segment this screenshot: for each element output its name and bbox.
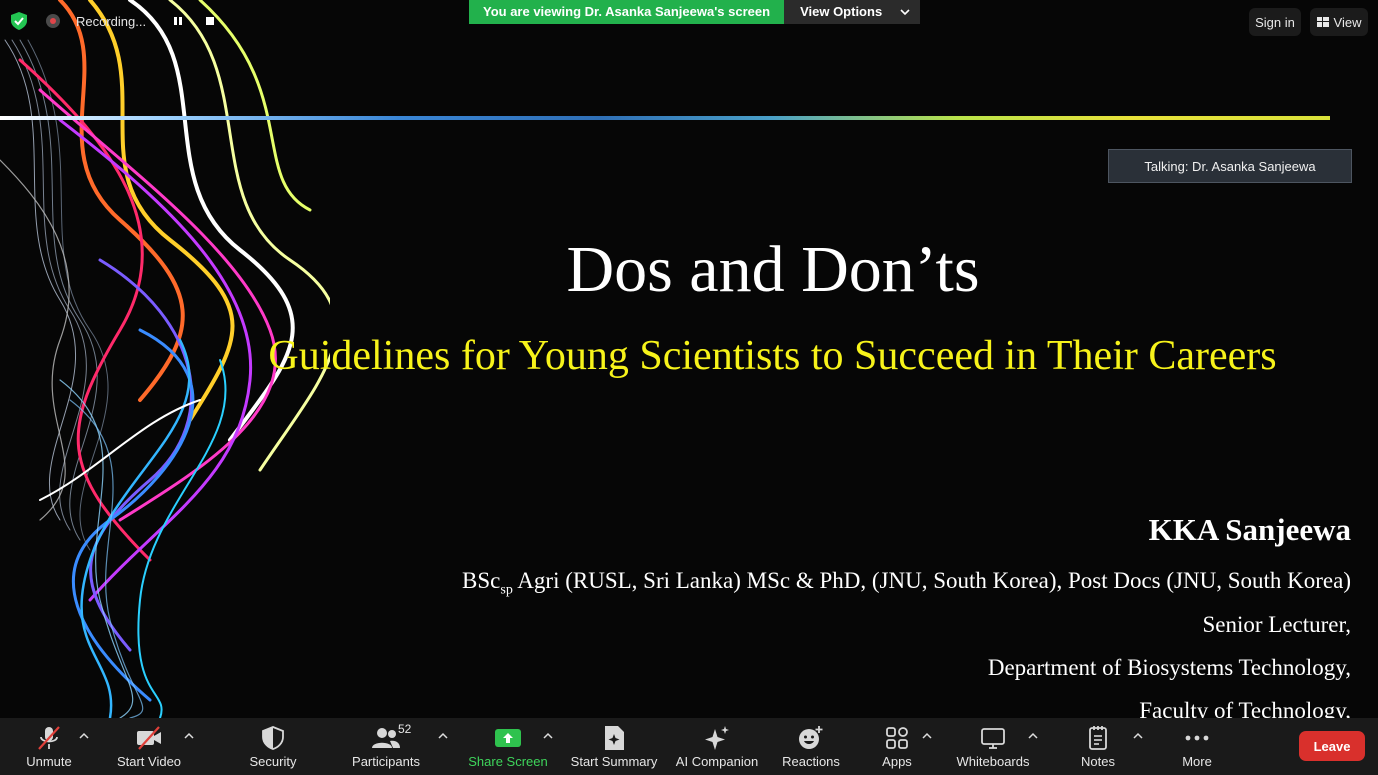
notes-icon <box>1087 724 1109 752</box>
apps-button[interactable]: Apps <box>872 718 922 775</box>
author-faculty: Faculty of Technology, <box>1139 698 1351 718</box>
whiteboards-label: Whiteboards <box>956 754 1030 769</box>
recording-icon <box>42 10 64 32</box>
view-label: View <box>1333 14 1362 30</box>
start-summary-button[interactable]: Start Summary <box>568 718 660 775</box>
reactions-button[interactable]: Reactions <box>780 718 842 775</box>
shared-screen: Recording... You are viewing Dr. Asanka … <box>0 0 1378 718</box>
degree-prefix: BSc <box>462 568 501 593</box>
microphone-muted-icon <box>36 724 62 752</box>
slide-title: Dos and Don’ts <box>566 233 980 306</box>
ai-companion-button[interactable]: AI Companion <box>672 718 762 775</box>
security-button[interactable]: Security <box>240 718 306 775</box>
shield-icon <box>262 724 284 752</box>
emoji-add-icon <box>798 724 824 752</box>
more-dots-icon <box>1184 724 1210 752</box>
sign-in-button[interactable]: Sign in <box>1249 8 1301 36</box>
view-options-button[interactable]: View Options <box>784 0 921 24</box>
whiteboards-button[interactable]: Whiteboards <box>950 718 1036 775</box>
participants-button[interactable]: 52 Participants <box>348 718 424 775</box>
recording-indicator: Recording... <box>8 8 220 34</box>
notes-options-chevron-icon[interactable] <box>1132 730 1144 742</box>
apps-options-chevron-icon[interactable] <box>921 730 933 742</box>
participants-icon: 52 <box>372 722 411 752</box>
participants-label: Participants <box>352 754 420 769</box>
share-screen-icon <box>494 724 522 752</box>
leave-meeting-button[interactable]: Leave <box>1299 731 1365 761</box>
sparkle-icon <box>703 724 731 752</box>
slide-divider-line <box>0 116 1330 120</box>
meeting-toolbar: Unmute Start Video Security 52 Participa… <box>0 718 1378 775</box>
recording-label: Recording... <box>76 13 147 29</box>
shield-check-icon[interactable] <box>8 10 30 32</box>
degree-subscript: sp <box>500 582 513 598</box>
more-label: More <box>1182 754 1212 769</box>
notes-button[interactable]: Notes <box>1074 718 1122 775</box>
apps-icon <box>885 724 909 752</box>
author-department: Department of Biosystems Technology, <box>987 655 1351 680</box>
pause-recording-icon[interactable] <box>168 11 188 31</box>
security-label: Security <box>249 754 297 769</box>
chevron-down-icon <box>900 9 910 16</box>
participants-options-chevron-icon[interactable] <box>437 730 449 742</box>
apps-label: Apps <box>882 754 912 769</box>
start-video-label: Start Video <box>116 754 182 769</box>
whiteboards-options-chevron-icon[interactable] <box>1027 730 1039 742</box>
whiteboard-icon <box>980 724 1006 752</box>
screen-share-banner: You are viewing Dr. Asanka Sanjeewa's sc… <box>469 0 921 24</box>
author-name: KKA Sanjeewa <box>1148 512 1351 547</box>
reactions-label: Reactions <box>782 754 840 769</box>
start-summary-label: Start Summary <box>570 754 658 769</box>
sign-in-label: Sign in <box>1255 14 1295 30</box>
stop-recording-icon[interactable] <box>200 11 220 31</box>
unmute-label: Unmute <box>26 754 72 769</box>
video-off-icon <box>135 724 163 752</box>
participants-count: 52 <box>398 722 412 736</box>
degree-details: Agri (RUSL, Sri Lanka) MSc & PhD, (JNU, … <box>512 568 1351 593</box>
ai-companion-label: AI Companion <box>675 754 759 769</box>
unmute-button[interactable]: Unmute <box>18 718 80 775</box>
notes-label: Notes <box>1081 754 1115 769</box>
more-button[interactable]: More <box>1174 718 1220 775</box>
viewing-screen-text: You are viewing Dr. Asanka Sanjeewa's sc… <box>469 0 785 24</box>
start-video-button[interactable]: Start Video <box>112 718 186 775</box>
share-screen-label: Share Screen <box>468 754 548 769</box>
author-position: Senior Lecturer, <box>1202 612 1351 637</box>
slide-subtitle: Guidelines for Young Scientists to Succe… <box>268 333 1277 379</box>
audio-options-chevron-icon[interactable] <box>78 730 90 742</box>
view-button[interactable]: View <box>1310 8 1368 36</box>
video-options-chevron-icon[interactable] <box>183 730 195 742</box>
summary-document-icon <box>603 724 625 752</box>
view-options-label: View Options <box>800 4 883 19</box>
share-options-chevron-icon[interactable] <box>542 730 554 742</box>
share-screen-button[interactable]: Share Screen <box>468 718 548 775</box>
grid-view-icon <box>1316 17 1329 27</box>
active-speaker-indicator: Talking: Dr. Asanka Sanjeewa <box>1108 149 1352 183</box>
author-degrees: BScsp Agri (RUSL, Sri Lanka) MSc & PhD, … <box>462 568 1351 599</box>
